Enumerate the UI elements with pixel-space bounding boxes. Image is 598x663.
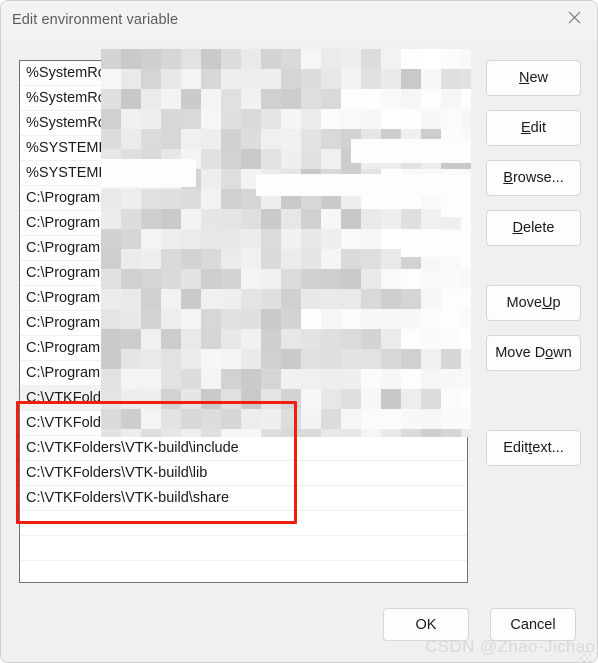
- list-item[interactable]: C:\Program Files: [20, 361, 467, 386]
- watermark-text: CSDN @Zhao-Jichao: [425, 637, 596, 656]
- browse-button[interactable]: Browse...: [486, 160, 581, 196]
- list-item[interactable]: C:\VTKFolders\VTK-build\lib: [20, 461, 467, 486]
- list-item[interactable]: [20, 561, 467, 582]
- list-item[interactable]: %SystemRoot%\System32\Wbem: [20, 111, 467, 136]
- list-item[interactable]: C:\VTKFolders\VTK-build\bin\Debug: [20, 386, 467, 411]
- title-bar: Edit environment variable: [1, 1, 597, 40]
- list-item[interactable]: C:\Program Files: [20, 336, 467, 361]
- edit-text-button[interactable]: Edit t ext...: [486, 430, 581, 466]
- list-item[interactable]: %SystemRoot%: [20, 86, 467, 111]
- list-item[interactable]: C:\VTKFolders\VTK-build\bin\Release: [20, 411, 467, 436]
- window-title: Edit environment variable: [12, 12, 179, 28]
- list-item[interactable]: C:\Program Files: [20, 236, 467, 261]
- close-icon[interactable]: [551, 1, 597, 33]
- list-item[interactable]: C:\VTKFolders\VTK-build\include: [20, 436, 467, 461]
- list-item[interactable]: C:\VTKFolders\VTK-build\share: [20, 486, 467, 511]
- list-item[interactable]: C:\Program Files: [20, 311, 467, 336]
- list-item[interactable]: [20, 511, 467, 536]
- new-button[interactable]: New: [486, 60, 581, 96]
- list-item[interactable]: C:\Program Files: [20, 286, 467, 311]
- list-item[interactable]: %SYSTEMROOT%\System32\OpenSSH\: [20, 161, 467, 186]
- edit-button[interactable]: Edit: [486, 110, 581, 146]
- dialog-content: %SystemRoot%\system32 %SystemRoot% %System…: [1, 40, 597, 662]
- path-list[interactable]: %SystemRoot%\system32 %SystemRoot% %System…: [19, 60, 468, 583]
- list-item[interactable]: C:\Program Files: [20, 186, 467, 211]
- move-down-button[interactable]: Move Do wn: [486, 335, 581, 371]
- list-item[interactable]: [20, 536, 467, 561]
- list-item[interactable]: %SystemRoot%\system32: [20, 61, 467, 86]
- list-item[interactable]: C:\Program Files: [20, 211, 467, 236]
- list-item[interactable]: %SYSTEMROOT%\System32\WindowsPowerShell\…: [20, 136, 467, 161]
- delete-button[interactable]: Delete: [486, 210, 581, 246]
- move-up-button[interactable]: Move Up: [486, 285, 581, 321]
- list-item[interactable]: C:\Program Files: [20, 261, 467, 286]
- watermark-logo-dots: [580, 651, 592, 662]
- edit-environment-variable-dialog: Edit environment variable %SystemRoot%\s…: [0, 0, 598, 663]
